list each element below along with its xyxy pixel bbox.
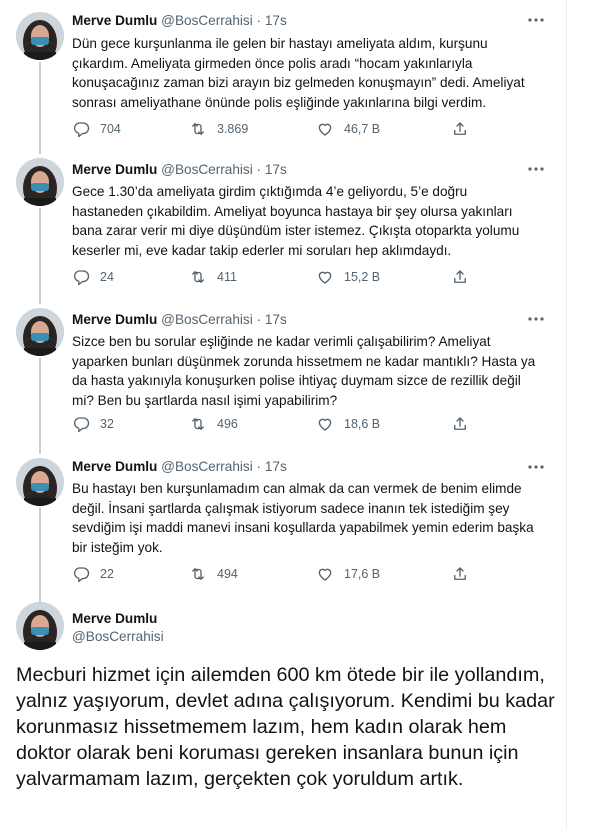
column-divider <box>566 0 567 830</box>
retweet-button[interactable]: 494 <box>189 564 238 584</box>
retweet-button[interactable]: 3.869 <box>189 119 248 139</box>
reply-button[interactable]: 704 <box>72 119 121 139</box>
tweet[interactable]: Merve Dumlu @BosCerrahisi · 17s Dün gece… <box>0 0 566 156</box>
share-button[interactable] <box>451 267 479 287</box>
author-handle[interactable]: @BosCerrahisi <box>72 628 164 646</box>
like-button[interactable]: 18,6 B <box>316 414 380 434</box>
separator-dot: · <box>256 13 262 28</box>
reply-icon <box>73 122 90 138</box>
like-count: 18,6 B <box>344 417 381 431</box>
separator-dot: · <box>256 459 262 474</box>
tweet-actions: 704 3.869 46,7 B <box>72 119 472 139</box>
avatar[interactable] <box>16 458 64 506</box>
tweet-header: Merve Dumlu @BosCerrahisi · 17s <box>72 161 287 179</box>
author-name[interactable]: Merve Dumlu <box>72 162 157 177</box>
share-button[interactable] <box>451 564 479 584</box>
tweet-header: Merve Dumlu @BosCerrahisi · 17s <box>72 12 287 30</box>
avatar[interactable] <box>16 308 64 356</box>
heart-icon <box>318 418 332 431</box>
reply-icon <box>73 417 90 433</box>
share-icon <box>454 270 466 283</box>
author-handle[interactable]: @BosCerrahisi <box>161 312 253 327</box>
retweet-count: 496 <box>217 417 238 431</box>
reply-count: 24 <box>100 270 114 284</box>
timestamp[interactable]: 17s <box>265 312 287 327</box>
reply-button[interactable]: 32 <box>72 414 114 434</box>
reply-icon <box>73 567 90 583</box>
retweet-button[interactable]: 411 <box>189 267 237 287</box>
retweet-icon <box>192 123 204 135</box>
tweet-text: Gece 1.30’da ameliyata girdim çıktığımda… <box>72 184 520 258</box>
author-handle[interactable]: @BosCerrahisi <box>161 459 253 474</box>
like-count: 15,2 B <box>344 270 381 284</box>
retweet-count: 411 <box>217 270 237 284</box>
tweet-actions: 22 494 17,6 B <box>72 564 472 584</box>
timestamp[interactable]: 17s <box>265 162 287 177</box>
like-button[interactable]: 46,7 B <box>316 119 380 139</box>
tweet-text: Bu hastayı ben kurşunlamadım can almak d… <box>72 481 534 555</box>
reply-count: 22 <box>100 567 114 581</box>
like-count: 46,7 B <box>344 122 381 136</box>
avatar[interactable] <box>16 602 64 650</box>
avatar[interactable] <box>16 12 64 60</box>
more-dots-icon[interactable] <box>526 10 546 30</box>
share-button[interactable] <box>451 119 479 139</box>
reply-button[interactable]: 22 <box>72 564 114 584</box>
heart-icon <box>318 568 332 581</box>
author-name[interactable]: Merve Dumlu <box>72 13 157 28</box>
like-button[interactable]: 15,2 B <box>316 267 380 287</box>
reply-button[interactable]: 24 <box>72 267 114 287</box>
tweet[interactable]: Merve Dumlu @BosCerrahisi · 17s Sizce be… <box>0 300 566 450</box>
more-dots-icon[interactable] <box>526 159 546 179</box>
timestamp[interactable]: 17s <box>265 459 287 474</box>
tweet[interactable]: Merve Dumlu @BosCerrahisi · 17s Bu hasta… <box>0 450 566 600</box>
retweet-icon <box>192 418 204 430</box>
tweet-header: Merve Dumlu @BosCerrahisi · 17s <box>72 311 287 329</box>
author-handle[interactable]: @BosCerrahisi <box>161 13 253 28</box>
retweet-count: 494 <box>217 567 238 581</box>
more-dots-icon[interactable] <box>526 309 546 329</box>
main-tweet-text: Mecburi hizmet için ailemden 600 km öted… <box>16 664 555 790</box>
avatar[interactable] <box>16 158 64 206</box>
separator-dot: · <box>256 312 262 327</box>
share-button[interactable] <box>451 414 479 434</box>
retweet-count: 3.869 <box>217 122 249 136</box>
like-button[interactable]: 17,6 B <box>316 564 380 584</box>
reply-count: 704 <box>100 122 121 136</box>
more-dots-icon[interactable] <box>526 457 546 477</box>
author-name[interactable]: Merve Dumlu <box>72 459 157 474</box>
share-icon <box>454 417 466 430</box>
heart-icon <box>318 271 332 284</box>
author-name[interactable]: Merve Dumlu <box>72 610 157 628</box>
reply-icon <box>73 270 90 286</box>
tweet-header: Merve Dumlu @BosCerrahisi · 17s <box>72 458 287 476</box>
retweet-icon <box>192 271 204 283</box>
tweet-text: Dün gece kurşunlanma ile gelen bir hasta… <box>72 36 525 110</box>
reply-count: 32 <box>100 417 114 431</box>
retweet-button[interactable]: 496 <box>189 414 238 434</box>
tweet-text: Sizce ben bu sorular eşliğinde ne kadar … <box>72 334 536 408</box>
tweet-actions: 24 411 15,2 B <box>72 267 472 287</box>
retweet-icon <box>192 568 204 580</box>
tweet[interactable]: Merve Dumlu @BosCerrahisi · 17s Gece 1.3… <box>0 150 566 300</box>
separator-dot: · <box>256 162 262 177</box>
share-icon <box>454 567 466 580</box>
timestamp[interactable]: 17s <box>265 13 287 28</box>
share-icon <box>454 122 466 135</box>
author-name[interactable]: Merve Dumlu <box>72 312 157 327</box>
author-handle[interactable]: @BosCerrahisi <box>161 162 253 177</box>
tweet-thread: Merve Dumlu @BosCerrahisi · 17s Dün gece… <box>0 0 566 830</box>
like-count: 17,6 B <box>344 567 381 581</box>
tweet-actions: 32 496 18,6 B <box>72 414 472 434</box>
heart-icon <box>318 123 332 136</box>
